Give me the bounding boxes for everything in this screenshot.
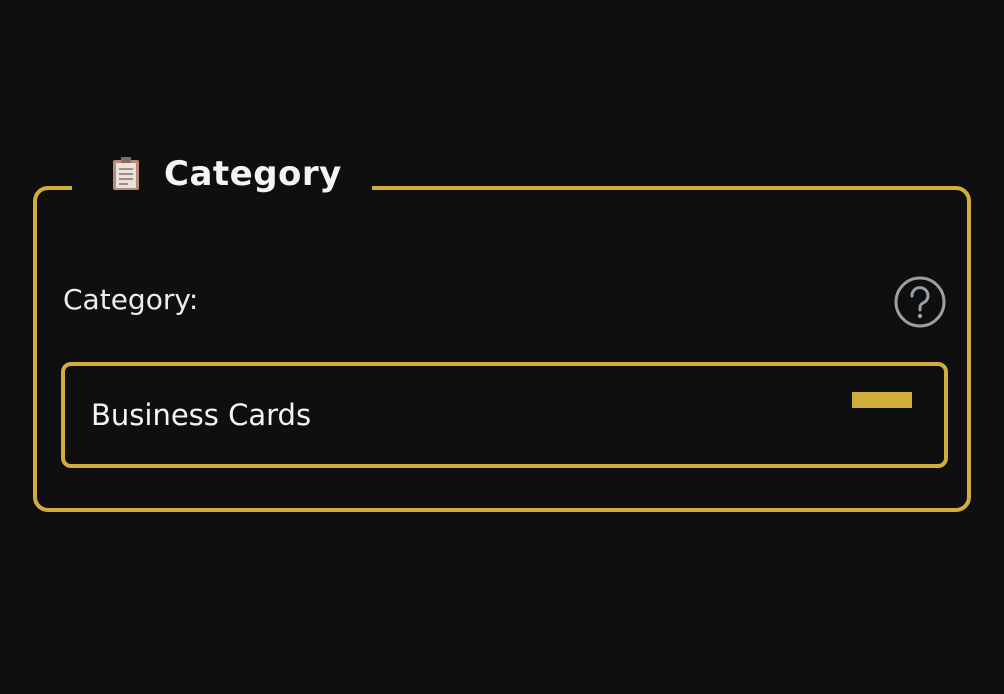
dropdown-indicator-icon [852,392,912,408]
panel-title: Category [164,154,342,194]
category-label: Category: [63,283,199,316]
panel-legend: Category [72,148,372,200]
category-select[interactable]: Business Cards [61,362,948,468]
category-selected-value: Business Cards [91,398,312,432]
question-circle-icon[interactable] [893,275,947,329]
clipboard-icon [112,157,140,191]
